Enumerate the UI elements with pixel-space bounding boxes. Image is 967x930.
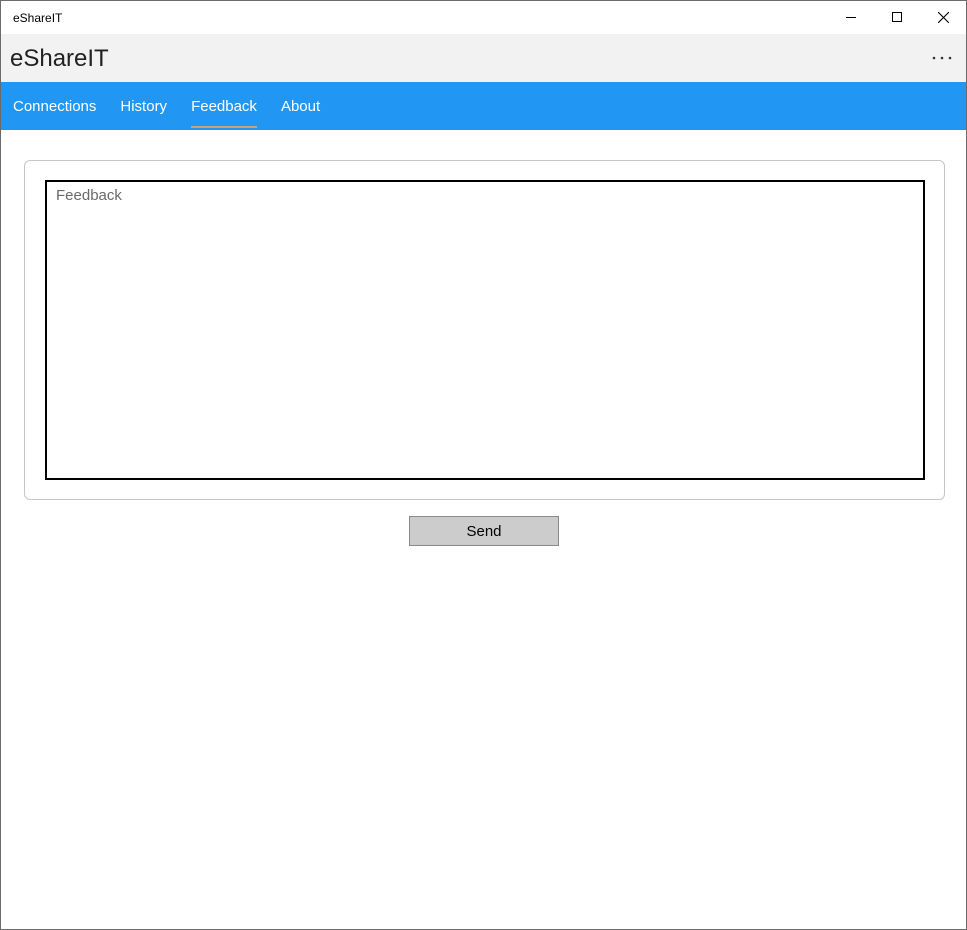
app-title: eShareIT [10, 45, 109, 72]
tab-connections[interactable]: Connections [13, 82, 96, 130]
window-title: eShareIT [13, 11, 63, 25]
feedback-input[interactable] [47, 182, 923, 478]
feedback-card [24, 160, 945, 500]
maximize-button[interactable] [874, 1, 920, 33]
close-icon [937, 11, 949, 23]
app-header: eShareIT [1, 34, 966, 82]
tab-about[interactable]: About [281, 82, 320, 130]
title-bar: eShareIT [1, 1, 966, 34]
more-icon [932, 56, 952, 60]
more-options-button[interactable] [926, 44, 958, 72]
tab-history[interactable]: History [120, 82, 167, 130]
tab-feedback[interactable]: Feedback [191, 82, 257, 130]
feedback-field-container [45, 180, 925, 480]
app-window: eShareIT eShareIT Connections History Fe… [0, 0, 967, 930]
maximize-icon [892, 12, 902, 22]
nav-bar: Connections History Feedback About [1, 82, 966, 130]
close-button[interactable] [920, 1, 966, 33]
minimize-button[interactable] [828, 1, 874, 33]
send-button[interactable]: Send [409, 516, 559, 546]
minimize-icon [846, 17, 856, 18]
